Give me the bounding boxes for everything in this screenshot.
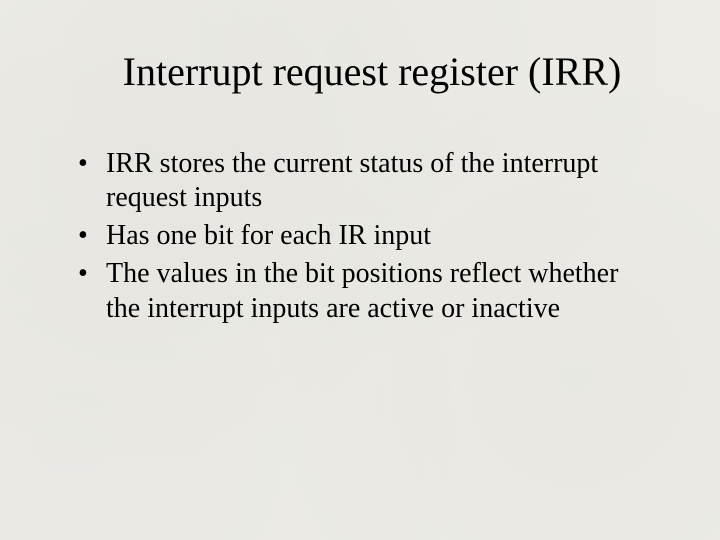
slide-title: Interrupt request register (IRR): [60, 48, 660, 95]
list-item: The values in the bit positions reflect …: [60, 257, 650, 325]
bullet-list: IRR stores the current status of the int…: [60, 147, 660, 326]
list-item: Has one bit for each IR input: [60, 219, 650, 253]
list-item: IRR stores the current status of the int…: [60, 147, 650, 215]
slide: Interrupt request register (IRR) IRR sto…: [0, 0, 720, 540]
